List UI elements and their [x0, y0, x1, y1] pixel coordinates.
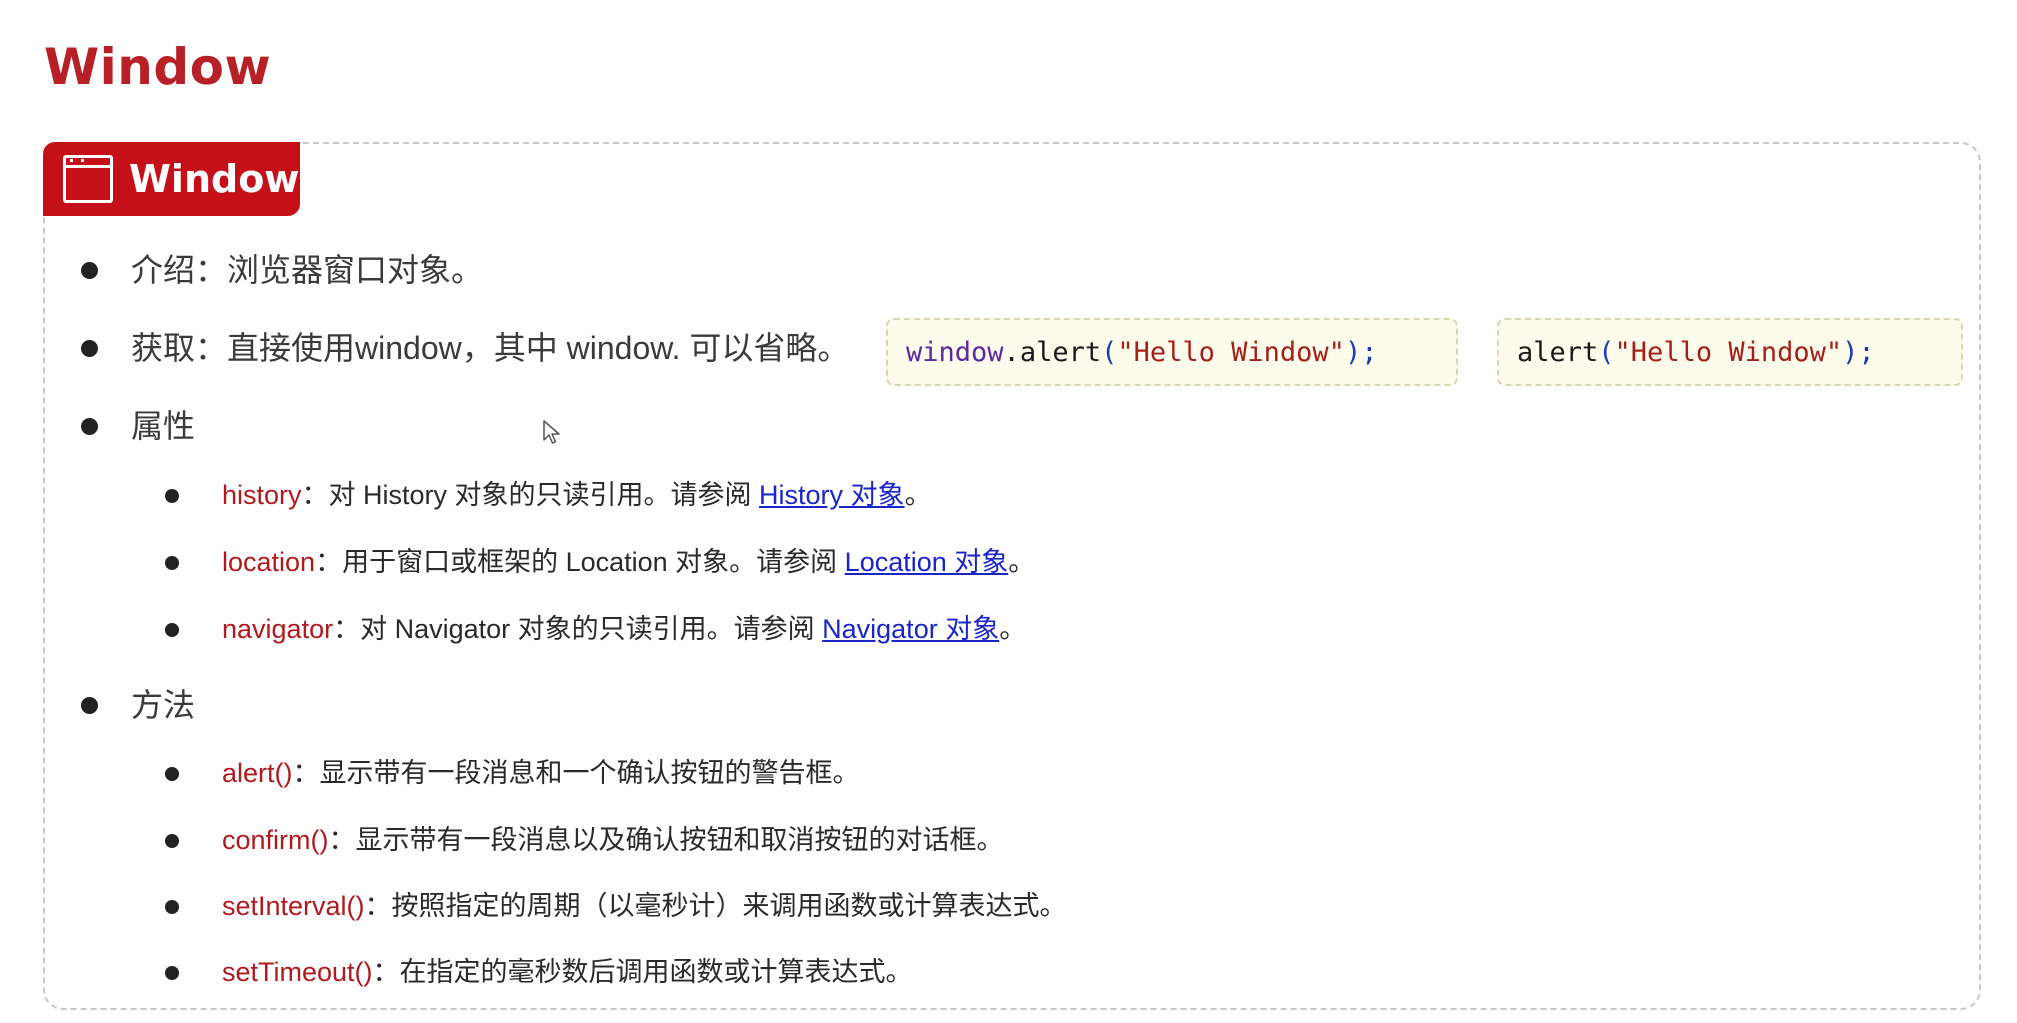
bullet-icon — [165, 966, 179, 980]
separator: ： — [292, 758, 320, 788]
code-paren-close: ); — [1842, 336, 1875, 368]
browser-window-icon — [63, 155, 113, 203]
page-title: Window — [44, 38, 272, 96]
method-item-settimeout: setTimeout()：在指定的毫秒数后调用函数或计算表达式。 — [222, 959, 913, 986]
code-paren-open: ( — [1101, 336, 1118, 368]
sentence-end: 。 — [999, 614, 1027, 644]
code-string: "Hello Window" — [1117, 336, 1345, 368]
separator: ： — [372, 957, 400, 987]
access-label: 获取 — [131, 330, 196, 366]
intro-label: 介绍 — [131, 252, 196, 288]
code-example-window-alert: window. alert("Hello Window"); — [886, 318, 1458, 386]
property-desc: 用于窗口或框架的 Location 对象。请参阅 — [342, 547, 845, 577]
property-item-navigator: navigator：对 Navigator 对象的只读引用。请参阅 Naviga… — [222, 616, 1026, 643]
bullet-icon — [165, 834, 179, 848]
separator: ： — [301, 480, 329, 510]
bullet-icon — [165, 489, 179, 503]
access-line: 获取：直接使用window，其中 window. 可以省略。 — [131, 332, 849, 364]
navigator-object-link[interactable]: Navigator 对象 — [822, 614, 999, 644]
bullet-icon — [165, 767, 179, 781]
property-desc: 对 History 对象的只读引用。请参阅 — [328, 480, 760, 510]
mouse-cursor-icon — [543, 420, 560, 444]
intro-text: 浏览器窗口对象。 — [227, 252, 484, 288]
property-item-location: location：用于窗口或框架的 Location 对象。请参阅 Locati… — [222, 549, 1035, 576]
card-header-label: Window — [129, 157, 300, 201]
code-method: alert — [1517, 336, 1599, 368]
bullet-icon — [165, 623, 179, 637]
separator: ： — [195, 330, 228, 366]
bullet-icon — [81, 418, 98, 435]
methods-heading: 方法 — [131, 687, 196, 723]
intro-line: 介绍：浏览器窗口对象。 — [131, 254, 483, 286]
bullet-icon — [81, 340, 98, 357]
history-object-link[interactable]: History 对象 — [759, 480, 905, 510]
property-name: navigator — [222, 614, 334, 644]
method-item-alert: alert()：显示带有一段消息和一个确认按钮的警告框。 — [222, 760, 860, 787]
code-dot: . — [1003, 336, 1020, 368]
separator: ： — [328, 825, 356, 855]
method-name: alert() — [222, 758, 293, 788]
properties-heading: 属性 — [131, 408, 196, 444]
sentence-end: 。 — [1008, 547, 1036, 577]
bullet-icon — [81, 697, 98, 714]
separator: ： — [333, 614, 361, 644]
code-example-alert: alert("Hello Window"); — [1497, 318, 1963, 386]
property-name: location — [222, 547, 316, 577]
code-paren-close: ); — [1344, 336, 1378, 368]
method-item-setinterval: setInterval()：按照指定的周期（以毫秒计）来调用函数或计算表达式。 — [222, 893, 1067, 920]
separator: ： — [315, 547, 343, 577]
code-paren-open: ( — [1598, 336, 1615, 368]
separator: ： — [364, 891, 392, 921]
sentence-end: 。 — [904, 480, 932, 510]
property-desc: 对 Navigator 对象的只读引用。请参阅 — [360, 614, 823, 644]
method-item-confirm: confirm()：显示带有一段消息以及确认按钮和取消按钮的对话框。 — [222, 827, 1004, 854]
property-name: history — [222, 480, 302, 510]
card-header-tab: Window — [43, 142, 300, 216]
code-method: alert — [1019, 336, 1102, 368]
method-name: setInterval() — [222, 891, 365, 921]
method-desc: 显示带有一段消息以及确认按钮和取消按钮的对话框。 — [355, 825, 1004, 855]
method-name: confirm() — [222, 825, 329, 855]
bullet-icon — [81, 262, 98, 279]
property-item-history: history：对 History 对象的只读引用。请参阅 History 对象… — [222, 482, 932, 509]
bullet-icon — [165, 900, 179, 914]
method-desc: 显示带有一段消息和一个确认按钮的警告框。 — [319, 758, 860, 788]
method-desc: 按照指定的周期（以毫秒计）来调用函数或计算表达式。 — [391, 891, 1067, 921]
separator: ： — [195, 252, 228, 288]
location-object-link[interactable]: Location 对象 — [845, 547, 1009, 577]
method-desc: 在指定的毫秒数后调用函数或计算表达式。 — [399, 957, 913, 987]
method-name: setTimeout() — [222, 957, 373, 987]
access-text: 直接使用window，其中 window. 可以省略。 — [227, 330, 850, 366]
bullet-icon — [165, 556, 179, 570]
code-object: window — [906, 336, 1004, 368]
code-string: "Hello Window" — [1614, 336, 1843, 368]
